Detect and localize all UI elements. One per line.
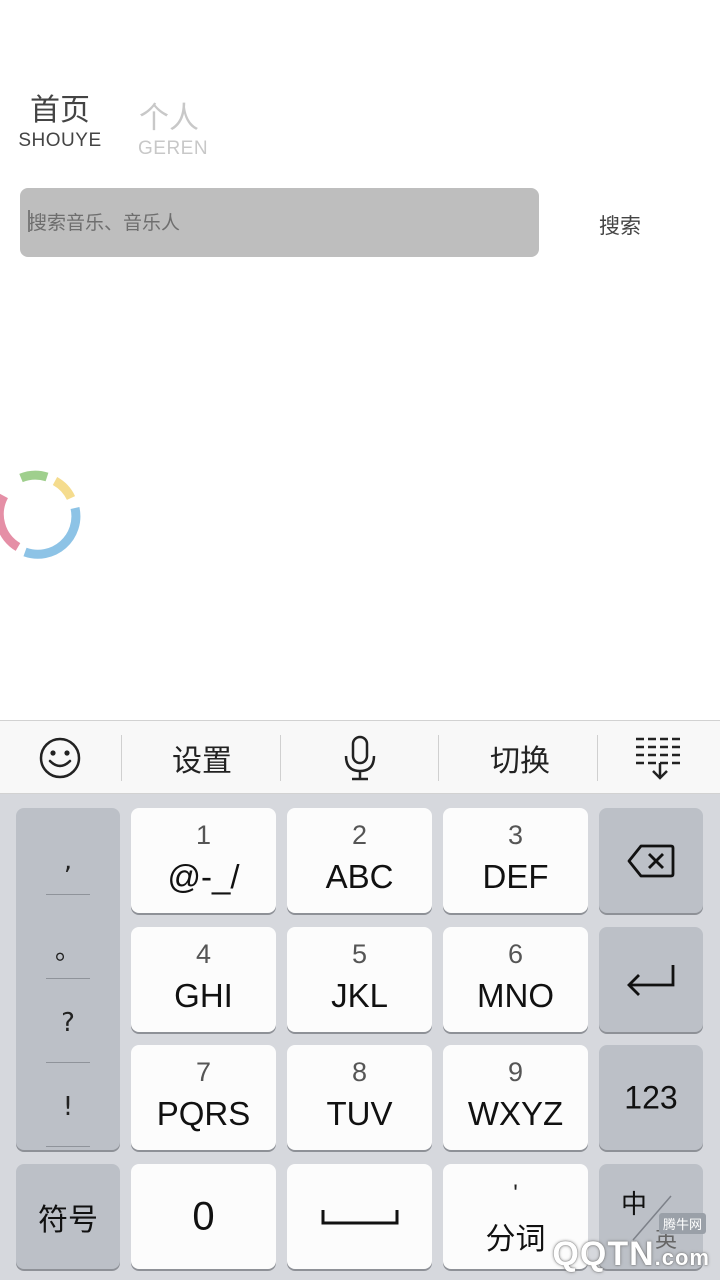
punct-divider	[46, 1146, 90, 1147]
key-number: 2	[351, 820, 368, 850]
punct-exclaim-key[interactable]: !	[16, 1092, 120, 1122]
key-letters: @-_/	[167, 858, 240, 895]
emoji-button[interactable]	[20, 721, 100, 795]
key-letters: PQRS	[156, 1095, 251, 1132]
punctuation-column: , 。 ? !	[16, 808, 120, 1150]
watermark-tag: 腾牛网	[658, 1213, 706, 1234]
keyboard: , 。 ? ! 1 @-_/ 2 ABC 3 DEF 4 GHI 5 JKL 6	[0, 794, 720, 1280]
toolbar-divider	[438, 735, 439, 781]
key-letters: WXYZ	[467, 1095, 564, 1132]
punct-divider	[46, 894, 90, 895]
search-input[interactable]	[28, 188, 528, 257]
keyboard-collapse-icon	[636, 737, 684, 780]
tab-home-label: 首页	[30, 93, 90, 128]
key-letters: JKL	[331, 977, 388, 1014]
symbols-key-label: 符号	[38, 1202, 98, 1238]
key-1[interactable]: 1 @-_/	[131, 808, 276, 913]
return-icon	[627, 965, 675, 996]
search-button[interactable]: 搜索	[580, 205, 660, 245]
zero-key-label: 0	[192, 1194, 215, 1238]
key-7[interactable]: 7 PQRS	[131, 1045, 276, 1150]
switch-label: 切换	[490, 744, 550, 779]
switch-button[interactable]: 切换	[460, 721, 580, 795]
key-letters: MNO	[477, 977, 554, 1014]
key-6[interactable]: 6 MNO	[443, 927, 588, 1032]
key-number: 5	[351, 939, 368, 969]
toolbar-divider	[280, 735, 281, 781]
punct-comma-key[interactable]: ,	[16, 846, 120, 876]
key-number: 4	[195, 939, 212, 969]
key-9[interactable]: 9 WXYZ	[443, 1045, 588, 1150]
backspace-key[interactable]	[599, 808, 703, 913]
punct-divider	[46, 1062, 90, 1063]
key-letters: GHI	[174, 977, 233, 1014]
text-caret	[28, 210, 30, 232]
watermark-suffix: .com	[654, 1245, 710, 1270]
tab-personal-label: 个人	[139, 101, 199, 136]
tab-personal-sublabel: GEREN	[138, 138, 209, 159]
search-bar	[20, 188, 539, 257]
tab-home-sublabel: SHOUYE	[18, 130, 102, 151]
key-number: 7	[195, 1057, 212, 1087]
settings-button[interactable]: 设置	[142, 721, 262, 795]
key-letters: TUV	[326, 1095, 393, 1132]
toolbar-divider	[121, 735, 122, 781]
space-key[interactable]	[287, 1164, 432, 1269]
key-number: 3	[507, 820, 524, 850]
key-number: 1	[195, 820, 212, 850]
key-5[interactable]: 5 JKL	[287, 927, 432, 1032]
key-8[interactable]: 8 TUV	[287, 1045, 432, 1150]
key-0[interactable]: 0	[131, 1164, 276, 1269]
key-number: 9	[507, 1057, 524, 1087]
watermark-text: QQTN	[552, 1235, 655, 1273]
key-3[interactable]: 3 DEF	[443, 808, 588, 913]
toolbar-divider	[597, 735, 598, 781]
punct-divider	[46, 978, 90, 979]
settings-label: 设置	[172, 744, 232, 779]
microphone-icon	[344, 735, 376, 781]
key-4[interactable]: 4 GHI	[131, 927, 276, 1032]
punct-period-key[interactable]: 。	[16, 930, 120, 967]
key-number: 8	[351, 1057, 368, 1087]
symbols-key[interactable]: 符号	[16, 1164, 120, 1269]
voice-input-button[interactable]	[320, 721, 400, 795]
loading-spinner-icon	[0, 470, 81, 559]
key-letters: DEF	[482, 858, 549, 895]
watermark-logo: QQTN.com	[552, 1235, 710, 1274]
return-key[interactable]	[599, 927, 703, 1032]
space-icon	[321, 1210, 399, 1225]
numeric-keyboard-key[interactable]: 123	[599, 1045, 703, 1150]
smiley-icon	[39, 737, 81, 779]
split-mark: '	[513, 1180, 518, 1207]
key-2[interactable]: 2 ABC	[287, 808, 432, 913]
key-letters: ABC	[325, 858, 394, 895]
keyboard-toolbar: 设置 切换	[0, 720, 720, 794]
punct-question-key[interactable]: ?	[16, 1008, 120, 1038]
key-number: 6	[507, 939, 524, 969]
numeric-key-label: 123	[624, 1079, 678, 1115]
collapse-keyboard-button[interactable]	[620, 721, 700, 795]
tab-personal[interactable]: 个人 GEREN	[138, 101, 209, 161]
backspace-icon	[627, 844, 675, 878]
tab-home[interactable]: 首页 SHOUYE	[16, 93, 104, 153]
